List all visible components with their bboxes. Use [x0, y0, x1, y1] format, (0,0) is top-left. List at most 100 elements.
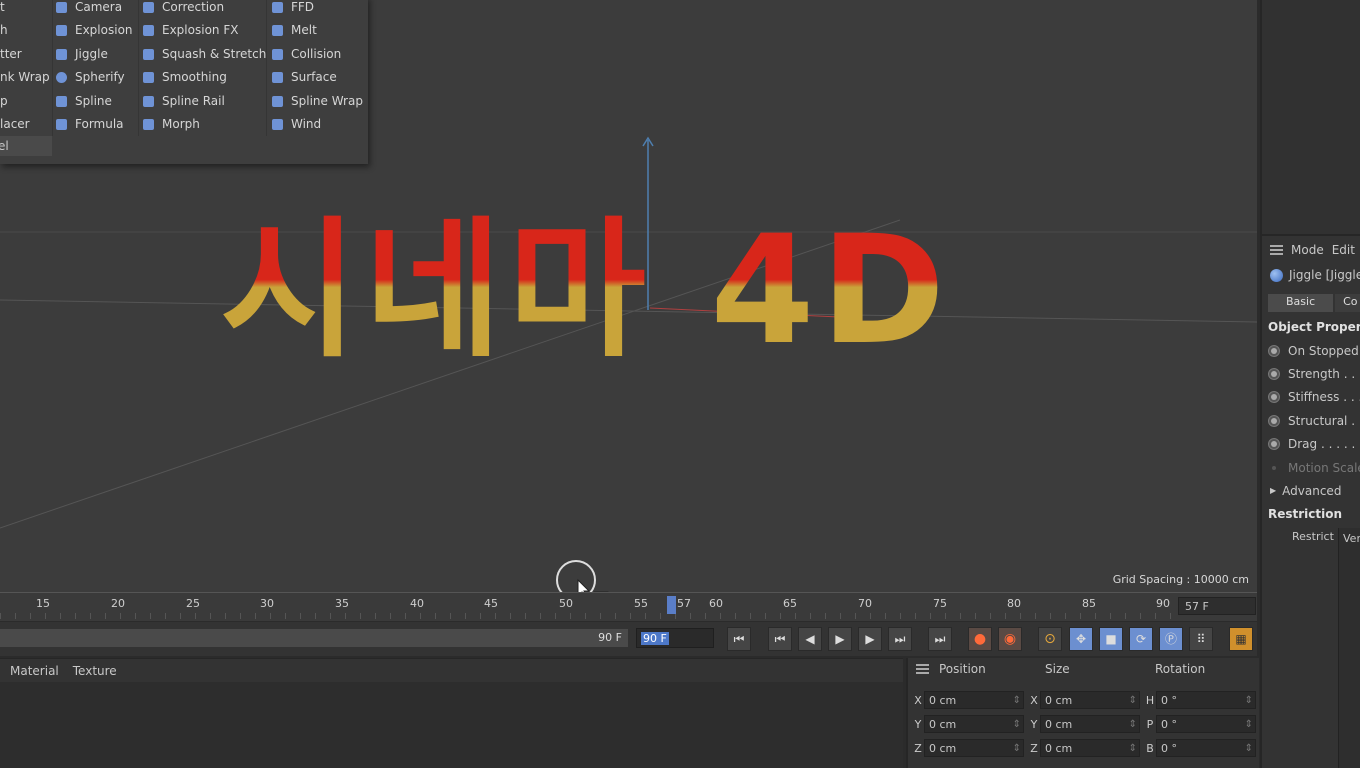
key-position-button[interactable]: ✥ [1069, 627, 1093, 651]
menu-item-surface[interactable]: Surface [272, 66, 337, 88]
menu-edit[interactable]: Edit [1332, 243, 1355, 257]
key-parameter-button[interactable]: Ⓟ [1159, 627, 1183, 651]
prop-structural[interactable]: Structural . . [1268, 414, 1360, 428]
menu-item[interactable]: tter [0, 47, 22, 61]
prop-strength[interactable]: Strength . . . [1268, 367, 1360, 381]
anim-radio-icon[interactable] [1268, 368, 1280, 380]
anim-radio-icon[interactable] [1268, 345, 1280, 357]
go-to-start-button[interactable]: ⏮ [727, 627, 751, 651]
cursor-icon [556, 560, 609, 592]
material-manager-area[interactable] [0, 682, 903, 768]
scale-icon: ■ [1105, 632, 1117, 646]
key-scale-button[interactable]: ■ [1099, 627, 1123, 651]
menu-item-morph[interactable]: Morph [143, 113, 200, 135]
position-z-field[interactable]: 0 cm [924, 739, 1024, 757]
menu-texture[interactable]: Texture [73, 664, 117, 678]
prop-stiffness[interactable]: Stiffness . . . [1268, 390, 1360, 404]
key-pla-button[interactable]: ⠿ [1189, 627, 1213, 651]
position-x-field[interactable]: 0 cm [924, 691, 1024, 709]
timeline-window-button[interactable]: ▦ [1229, 627, 1253, 651]
skip-start-icon: ⏮ [733, 632, 745, 646]
menu-item-wind[interactable]: Wind [272, 113, 321, 135]
timeline-ticks [0, 613, 1175, 619]
menu-item-explosion[interactable]: Explosion [56, 19, 133, 41]
prop-on-stopped[interactable]: On Stopped [1268, 344, 1359, 358]
rotation-p-field[interactable]: 0 ° [1156, 715, 1256, 733]
menu-item-explosion-fx[interactable]: Explosion FX [143, 19, 238, 41]
menu-item-smoothing[interactable]: Smoothing [143, 66, 227, 88]
next-frame-button[interactable]: ▶ [858, 627, 882, 651]
menu-item-squash-stretch[interactable]: Squash & Stretch [143, 43, 266, 65]
menu-item-formula[interactable]: Formula [56, 113, 124, 135]
key-rotation-button[interactable]: ⟳ [1129, 627, 1153, 651]
menu-item-spline-rail[interactable]: Spline Rail [143, 90, 225, 112]
menu-material[interactable]: Material [10, 664, 59, 678]
grid-spacing-label: Grid Spacing : 10000 cm [1112, 573, 1249, 586]
rotation-h-field[interactable]: 0 ° [1156, 691, 1256, 709]
menu-icon[interactable] [916, 664, 929, 674]
prev-frame-button[interactable]: ◀ [798, 627, 822, 651]
tick-label: 20 [111, 597, 125, 610]
coord-row-2: Y 0 cm Y 0 cm P 0 ° [912, 714, 1260, 734]
menu-item-spherify[interactable]: Spherify [56, 66, 125, 88]
preview-range-end: 90 F [598, 631, 622, 644]
menu-mode[interactable]: Mode [1291, 243, 1324, 257]
formula-icon [56, 118, 67, 130]
menu-icon[interactable] [1270, 245, 1283, 255]
menu-item[interactable]: p [0, 94, 8, 108]
current-frame-field[interactable]: 57 F [1178, 597, 1256, 615]
preview-range-slider[interactable] [0, 629, 628, 647]
object-manager[interactable] [1262, 0, 1360, 236]
restrict-field[interactable]: Vert [1338, 528, 1360, 768]
prop-motion-scale: Motion Scale [1268, 461, 1360, 475]
tick-label: 80 [1007, 597, 1021, 610]
tick-label: 90 [1156, 597, 1170, 610]
coordinates-panel: Position Size Rotation X 0 cm X 0 cm H 0… [906, 658, 1259, 768]
menu-item-spline[interactable]: Spline [56, 90, 112, 112]
menu-item[interactable]: nk Wrap [0, 70, 50, 84]
menu-item-collision[interactable]: Collision [272, 43, 341, 65]
menu-item-jiggle[interactable]: Jiggle [56, 43, 108, 65]
menu-item-spline-wrap[interactable]: Spline Wrap [272, 90, 363, 112]
anim-radio-icon[interactable] [1268, 391, 1280, 403]
3d-text-object[interactable]: 시네마 4D [220, 196, 951, 386]
camera-icon [56, 1, 67, 13]
anim-radio-icon[interactable] [1268, 438, 1280, 450]
position-y-field[interactable]: 0 cm [924, 715, 1024, 733]
menu-item[interactable]: t [0, 0, 5, 14]
rotation-b-field[interactable]: 0 ° [1156, 739, 1256, 757]
step-back-icon: ◀ [805, 632, 815, 646]
collision-icon [272, 48, 283, 60]
menu-item-highlight[interactable]: el [0, 136, 52, 156]
next-key-button[interactable]: ⏭ [888, 627, 912, 651]
record-active-button[interactable]: ● [968, 627, 992, 651]
tab-basic[interactable]: Basic [1268, 294, 1334, 312]
end-frame-field[interactable]: 90 F [636, 628, 714, 648]
menu-item-melt[interactable]: Melt [272, 19, 317, 41]
timeline-ruler[interactable]: 15 20 25 30 35 40 45 50 55 57 60 65 70 7… [0, 592, 1257, 621]
advanced-group[interactable]: ▶ Advanced [1270, 484, 1341, 498]
tick-label: 85 [1082, 597, 1096, 610]
menu-item-camera[interactable]: Camera [56, 0, 122, 18]
size-y-field[interactable]: 0 cm [1040, 715, 1140, 733]
go-to-end-button[interactable]: ⏭ [928, 627, 952, 651]
menu-item-correction[interactable]: Correction [143, 0, 224, 18]
prop-drag[interactable]: Drag . . . . . [1268, 437, 1355, 451]
keyframe-selection-button[interactable]: ⊙ [1038, 627, 1062, 651]
anim-radio-icon[interactable] [1268, 415, 1280, 427]
autokey-button[interactable]: ◉ [998, 627, 1022, 651]
size-x-field[interactable]: 0 cm [1040, 691, 1140, 709]
step-forward-icon: ▶ [865, 632, 875, 646]
squash-stretch-icon [143, 48, 154, 60]
tab-coord[interactable]: Co [1335, 294, 1360, 312]
menu-item[interactable]: h [0, 23, 8, 37]
timeline-playhead[interactable] [667, 596, 676, 614]
menu-item-ffd[interactable]: FFD [272, 0, 314, 18]
move-icon: ✥ [1075, 632, 1087, 646]
size-z-field[interactable]: 0 cm [1040, 739, 1140, 757]
object-title: Jiggle [Jiggle [1270, 268, 1360, 282]
prev-key-button[interactable]: ⏮ [768, 627, 792, 651]
play-button[interactable]: ▶ [828, 627, 852, 651]
tick-label: 50 [559, 597, 573, 610]
menu-item[interactable]: lacer [0, 117, 30, 131]
